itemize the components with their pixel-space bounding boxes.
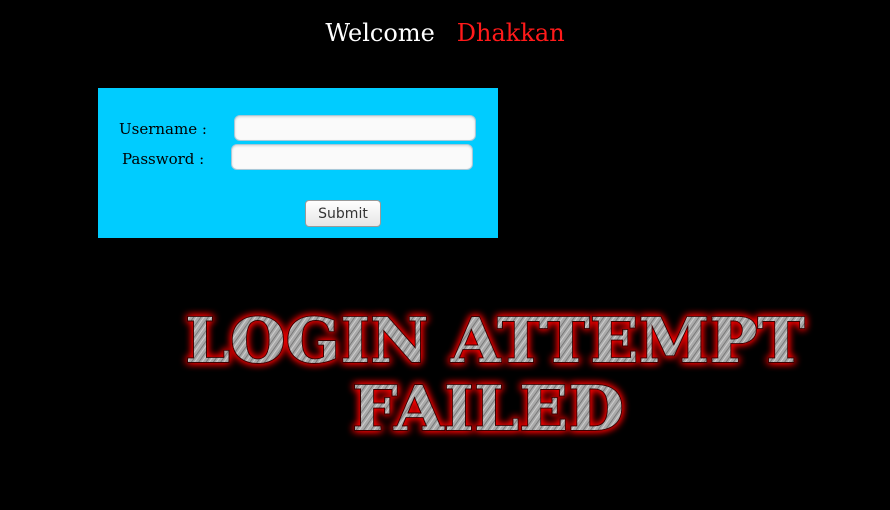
welcome-header: Welcome Dhakkan	[0, 18, 890, 48]
welcome-text: Welcome	[325, 19, 435, 47]
username-label: Username :	[119, 120, 207, 138]
banner-line-1: LOGIN ATTEMPT	[185, 304, 805, 377]
user-name: Dhakkan	[456, 19, 565, 47]
login-failed-banner: LOGIN ATTEMPT FAILED	[184, 303, 806, 446]
password-input[interactable]	[231, 144, 473, 170]
password-label: Password :	[122, 150, 205, 168]
banner-line-2: FAILED	[352, 372, 624, 445]
login-form-panel: Username : Password : Submit	[98, 88, 498, 238]
username-input[interactable]	[234, 115, 476, 141]
submit-button[interactable]: Submit	[305, 200, 381, 227]
